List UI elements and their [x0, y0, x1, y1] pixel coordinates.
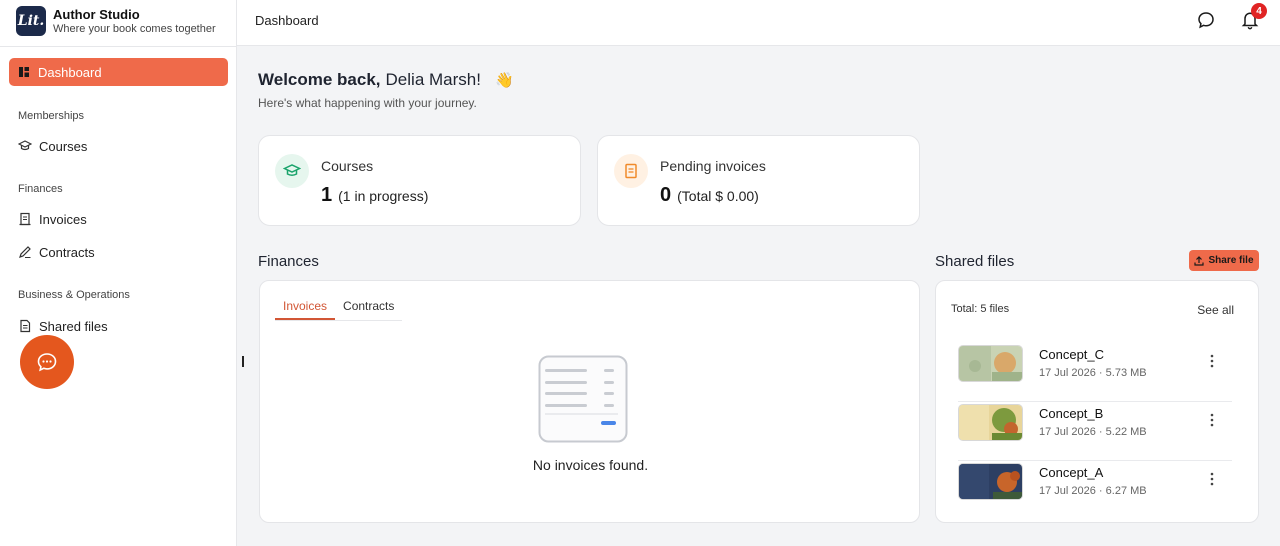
sidebar-item-label: Contracts [39, 244, 95, 260]
brand-subtitle: Where your book comes together [53, 22, 216, 35]
file-name: Concept_B [1039, 406, 1104, 421]
see-all-link[interactable]: See all [1197, 303, 1234, 317]
receipt-icon [18, 212, 32, 226]
tab-invoices[interactable]: Invoices [275, 299, 336, 320]
waving-hand-icon: 👋 [494, 72, 514, 89]
welcome-heading: Welcome back, Delia Marsh! 👋 [258, 70, 514, 90]
share-file-label: Share file [1208, 255, 1254, 266]
graduation-cap-icon [18, 139, 32, 153]
stat-number: 0 [660, 184, 672, 206]
breadcrumb: Dashboard [255, 13, 319, 28]
finances-title: Finances [258, 253, 319, 270]
brand-title: Author Studio [53, 6, 140, 22]
sidebar-item-shared-files[interactable]: Shared files [18, 317, 108, 335]
file-meta: 17 Jul 2026 · 5.22 MB [1039, 426, 1147, 438]
stat-detail: (1 in progress) [338, 188, 429, 204]
sidebar-item-label: Invoices [39, 211, 87, 227]
finances-panel: Invoices Contracts No invoices found. [259, 280, 920, 523]
sidebar-item-label: Courses [39, 138, 88, 154]
more-vertical-icon[interactable] [1210, 413, 1214, 427]
document-icon [18, 319, 32, 333]
stat-title: Pending invoices [660, 158, 766, 174]
file-meta: 17 Jul 2026 · 6.27 MB [1039, 485, 1147, 497]
welcome-prefix: Welcome back, [258, 70, 381, 89]
courses-stat-card[interactable]: Courses 1 (1 in progress) [258, 135, 581, 226]
file-thumbnail [958, 404, 1023, 441]
welcome-subtitle: Here's what happening with your journey. [258, 96, 477, 110]
file-name: Concept_A [1039, 465, 1104, 480]
brand[interactable]: Lit. Author Studio Where your book comes… [16, 6, 218, 36]
empty-state-text: No invoices found. [532, 457, 649, 473]
tab-contracts[interactable]: Contracts [335, 299, 402, 320]
section-label-finances: Finances [18, 183, 63, 195]
topbar: Dashboard 4 [237, 0, 1280, 46]
stat-detail: (Total $ 0.00) [677, 188, 759, 204]
message-icon[interactable] [1197, 11, 1215, 29]
user-name: Delia Marsh! [385, 70, 481, 89]
sidebar-resize-handle[interactable] [242, 356, 244, 367]
graduation-cap-icon [275, 154, 309, 188]
dashboard-icon [19, 67, 29, 77]
chat-bubble-icon [37, 353, 57, 372]
file-name: Concept_C [1039, 347, 1105, 362]
file-row[interactable]: Concept_C 17 Jul 2026 · 5.73 MB [958, 343, 1232, 402]
file-row[interactable]: Concept_B 17 Jul 2026 · 5.22 MB [958, 402, 1232, 461]
file-thumbnail [958, 345, 1023, 382]
stat-number: 1 [321, 184, 333, 206]
sidebar-item-label: Shared files [39, 318, 108, 334]
sidebar-item-courses[interactable]: Courses [18, 137, 87, 155]
section-label-business-operations: Business & Operations [18, 289, 130, 301]
sidebar-item-contracts[interactable]: Contracts [18, 243, 95, 261]
pending-invoices-stat-card[interactable]: Pending invoices 0 (Total $ 0.00) [597, 135, 920, 226]
empty-invoices-illustration [538, 355, 628, 443]
sidebar-item-label: Dashboard [38, 64, 102, 80]
pen-icon [18, 245, 32, 259]
sidebar: Lit. Author Studio Where your book comes… [0, 0, 237, 546]
upload-icon [1194, 255, 1205, 266]
finances-tabs: Invoices Contracts [275, 299, 403, 321]
sidebar-item-dashboard[interactable]: Dashboard [9, 58, 228, 86]
stat-title: Courses [321, 158, 374, 174]
file-row[interactable]: Concept_A 17 Jul 2026 · 6.27 MB [958, 461, 1232, 520]
chat-button[interactable] [20, 335, 74, 389]
share-file-button[interactable]: Share file [1189, 250, 1259, 271]
shared-files-title: Shared files [935, 253, 1015, 270]
more-vertical-icon[interactable] [1210, 472, 1214, 486]
section-label-memberships: Memberships [18, 110, 85, 122]
notification-badge: 4 [1251, 3, 1267, 19]
brand-logo: Lit. [16, 6, 46, 36]
shared-files-panel: Total: 5 files See all Concept_C 17 Jul … [935, 280, 1259, 523]
invoice-icon [614, 154, 648, 188]
more-vertical-icon[interactable] [1210, 354, 1214, 368]
sidebar-divider [0, 46, 236, 47]
sidebar-item-invoices[interactable]: Invoices [18, 210, 87, 228]
file-meta: 17 Jul 2026 · 5.73 MB [1039, 367, 1147, 379]
file-thumbnail [958, 463, 1023, 500]
files-total: Total: 5 files [951, 303, 1010, 315]
